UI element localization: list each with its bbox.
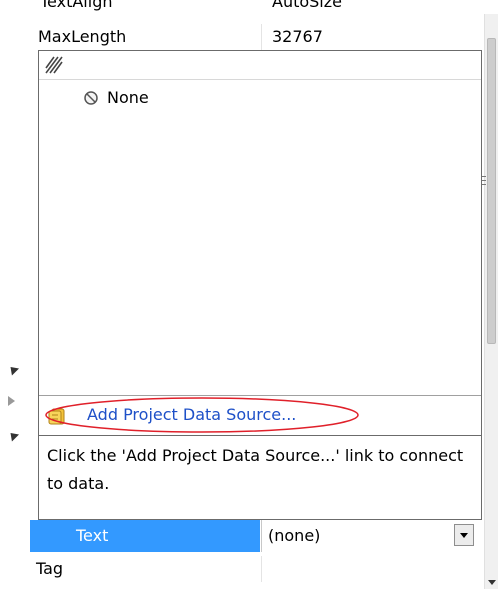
property-value: 32767 (272, 27, 323, 46)
property-value-field[interactable]: (none) (262, 520, 484, 552)
scroll-down-arrow-icon[interactable] (488, 580, 496, 585)
property-name: MaxLength (38, 27, 127, 46)
property-grid-window: TextAlign AutoSize MaxLength 32767 None (0, 0, 498, 589)
data-source-item-label: None (107, 88, 149, 107)
database-icon (48, 408, 65, 425)
data-source-dropdown: None Add Project Data Source... Click th… (38, 50, 482, 520)
divider (39, 395, 481, 396)
property-row-text[interactable]: Text (none) (30, 520, 484, 552)
dropdown-toolbar (39, 51, 481, 80)
resize-grip-icon[interactable] (482, 176, 486, 188)
vertical-scrollbar[interactable] (484, 14, 498, 589)
property-name: Text (76, 526, 109, 545)
add-link-label: Add Project Data Source... (87, 405, 297, 424)
help-box: Click the 'Add Project Data Source...' l… (39, 435, 481, 520)
property-row-tag[interactable]: Tag (30, 556, 484, 582)
hatched-lines-icon[interactable] (45, 56, 63, 74)
property-value: AutoSize (272, 0, 342, 11)
property-value (262, 559, 270, 578)
expand-arrow-icon[interactable] (8, 396, 15, 406)
collapse-arrow-icon[interactable] (6, 429, 20, 442)
property-name: Tag (36, 559, 64, 578)
property-value: (none) (268, 526, 321, 545)
prohibited-icon (84, 91, 98, 105)
scrollbar-thumb[interactable] (487, 38, 496, 344)
property-row-maxlength[interactable]: MaxLength 32767 (30, 24, 484, 50)
help-text: Click the 'Add Project Data Source...' l… (47, 446, 464, 493)
collapse-arrow-icon[interactable] (6, 363, 20, 376)
dropdown-arrow-button[interactable] (454, 524, 474, 546)
property-row-cutoff[interactable]: TextAlign AutoSize (40, 0, 488, 12)
property-name: TextAlign (40, 0, 113, 11)
